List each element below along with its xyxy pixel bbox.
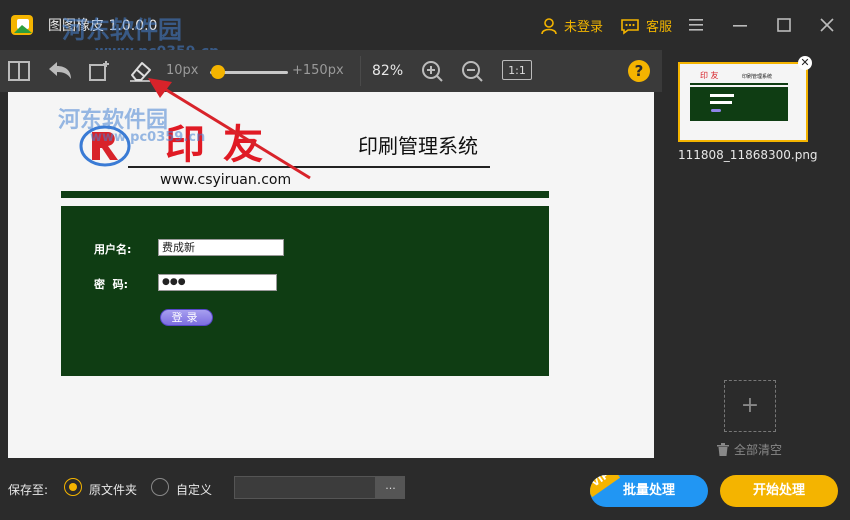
doc-divider [128, 166, 490, 168]
undo-icon [49, 62, 71, 79]
svg-text:印刷管理系统: 印刷管理系统 [742, 73, 772, 80]
brush-max-label: +150px [292, 63, 344, 78]
crop-select-icon [89, 61, 109, 81]
doc-url: www.csyiruan.com [160, 172, 292, 188]
menu-icon [689, 19, 703, 31]
zoom-in-icon [422, 61, 443, 82]
actual-size-button[interactable]: 1:1 [502, 60, 532, 80]
custom-folder-label: 自定义 [176, 483, 213, 497]
thumbnail-preview: 印 友 印刷管理系统 [680, 64, 806, 140]
eraser-icon [130, 62, 151, 82]
bottom-bar: 保存至: 原文件夹 自定义 ... VIP 批量处理 开始处理 [0, 460, 850, 520]
svg-text:印 友: 印 友 [700, 70, 719, 80]
file-thumbnail[interactable]: 印 友 印刷管理系统 [678, 62, 808, 142]
help-button[interactable]: ? [628, 60, 650, 82]
split-view-icon [8, 61, 30, 81]
title-bar: 图图橡皮 1.0.0.0 河东软件园 www.pc0359.cn 未登录 客服 [0, 0, 850, 60]
eraser-button[interactable] [127, 58, 153, 84]
original-folder-radio[interactable] [64, 478, 82, 496]
save-to-label: 保存至: [8, 483, 49, 497]
close-button[interactable] [816, 14, 838, 36]
user-icon [541, 17, 557, 34]
toolbar: 10px +150px 82% 1:1 ? [0, 50, 662, 92]
zoom-out-button[interactable] [459, 58, 485, 84]
output-path-input[interactable] [234, 476, 376, 499]
watermark-name: 河东软件园 [62, 15, 182, 44]
doc-login-panel: 用户名: 费成新 密 码: ●●● 登录 [61, 206, 549, 376]
login-label: 未登录 [564, 20, 604, 35]
compare-view-button[interactable] [6, 58, 32, 84]
close-icon [820, 18, 834, 32]
batch-process-button[interactable]: VIP 批量处理 [590, 475, 708, 507]
toolbar-divider [360, 56, 361, 86]
menu-button[interactable] [685, 14, 707, 36]
brush-min-label: 10px [166, 63, 199, 78]
login-button[interactable]: 未登录 [540, 16, 603, 35]
clear-all-label: 全部清空 [734, 443, 783, 457]
add-file-button[interactable]: + [724, 380, 776, 432]
start-process-button[interactable]: 开始处理 [720, 475, 838, 507]
zoom-out-icon [462, 61, 483, 82]
browse-button[interactable]: ... [376, 476, 405, 499]
doc-username-label: 用户名: [94, 243, 132, 256]
brush-size-slider-handle[interactable] [210, 65, 225, 79]
file-name: 111808_11868300.png [678, 148, 818, 162]
original-folder-label: 原文件夹 [89, 483, 138, 497]
doc-watermark-site: www.pc0359.cn [90, 130, 206, 145]
doc-username-field: 费成新 [158, 239, 284, 256]
crop-select-button[interactable] [86, 58, 112, 84]
doc-login-button: 登录 [160, 309, 213, 326]
remove-file-button[interactable]: ✕ [798, 56, 812, 70]
image-canvas[interactable]: 印友 印刷管理系统 www.csyiruan.com 河东软件园 www.pc0… [8, 92, 654, 458]
clear-all-button[interactable]: 全部清空 [717, 441, 782, 458]
minimize-icon [733, 25, 747, 27]
app-logo-icon [11, 15, 33, 35]
maximize-button[interactable] [773, 14, 795, 36]
zoom-in-button[interactable] [419, 58, 445, 84]
trash-icon [717, 443, 729, 456]
service-label: 客服 [646, 20, 673, 35]
chat-icon [621, 18, 639, 35]
zoom-level: 82% [372, 63, 404, 79]
doc-password-field: ●●● [158, 274, 277, 291]
customer-service-button[interactable]: 客服 [620, 16, 672, 35]
batch-process-label: 批量处理 [622, 483, 675, 498]
file-list-panel: 印 友 印刷管理系统 ✕ 111808_11868300.png + 全部清空 [662, 50, 850, 460]
vip-badge: VIP [590, 475, 621, 498]
custom-folder-radio[interactable] [151, 478, 169, 496]
undo-button[interactable] [47, 58, 73, 84]
minimize-button[interactable] [729, 14, 751, 36]
doc-password-label: 密 码: [94, 278, 129, 291]
doc-system-title: 印刷管理系统 [358, 134, 478, 158]
maximize-icon [777, 18, 791, 32]
doc-green-bar [61, 191, 549, 198]
